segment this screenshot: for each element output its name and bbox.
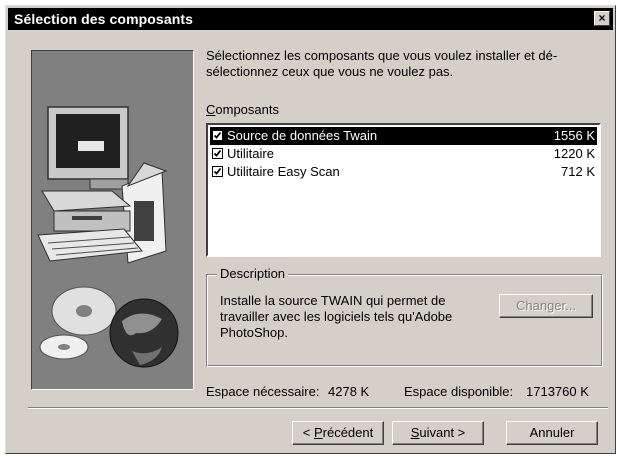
list-item-utility[interactable]: Utilitaire 1220 K bbox=[210, 145, 597, 163]
components-list[interactable]: Source de données Twain 1556 K Utilitair… bbox=[206, 123, 601, 257]
separator bbox=[28, 407, 608, 409]
item-size: 1220 K bbox=[553, 146, 595, 161]
change-button[interactable]: Changer... bbox=[499, 294, 593, 318]
close-icon: × bbox=[598, 11, 606, 25]
checkmark-icon bbox=[213, 167, 222, 175]
item-name: Utilitaire bbox=[227, 146, 274, 161]
checkmark-icon bbox=[213, 131, 222, 139]
description-text: Installe la source TWAIN qui permet de t… bbox=[220, 293, 453, 340]
item-name: Source de données Twain bbox=[227, 128, 378, 143]
close-button[interactable]: × bbox=[594, 11, 610, 26]
space-available-label: Espace disponible: bbox=[404, 384, 514, 399]
back-button[interactable]: < Précédent bbox=[292, 421, 384, 445]
setup-dialog: Sélection des composants × Sélectionnez … bbox=[5, 5, 616, 454]
computer-with-cds-illustration bbox=[31, 50, 194, 390]
checkbox[interactable] bbox=[212, 166, 223, 177]
space-required-label: Espace nécessaire: bbox=[206, 384, 320, 399]
window-title: Sélection des composants bbox=[14, 11, 194, 27]
components-label: Composants bbox=[206, 102, 279, 117]
space-available-value: 1713760 K bbox=[526, 384, 589, 399]
next-button[interactable]: Suivant > bbox=[392, 421, 484, 445]
instructions-text: Sélectionnez les composants que vous vou… bbox=[206, 48, 558, 79]
item-name: Utilitaire Easy Scan bbox=[227, 164, 340, 179]
item-size: 1556 K bbox=[553, 128, 595, 143]
description-legend: Description bbox=[217, 266, 289, 281]
list-item-twain-source[interactable]: Source de données Twain 1556 K bbox=[210, 127, 597, 145]
space-required-value: 4278 K bbox=[328, 384, 370, 399]
title-bar[interactable]: Sélection des composants × bbox=[8, 8, 613, 30]
description-group: Description Installe la source TWAIN qui… bbox=[206, 266, 603, 367]
checkbox[interactable] bbox=[212, 130, 223, 141]
checkbox[interactable] bbox=[212, 148, 223, 159]
list-item-easy-scan[interactable]: Utilitaire Easy Scan 712 K bbox=[210, 163, 597, 181]
checkmark-icon bbox=[213, 149, 222, 157]
item-size: 712 K bbox=[561, 164, 595, 179]
cancel-button[interactable]: Annuler bbox=[506, 421, 598, 445]
